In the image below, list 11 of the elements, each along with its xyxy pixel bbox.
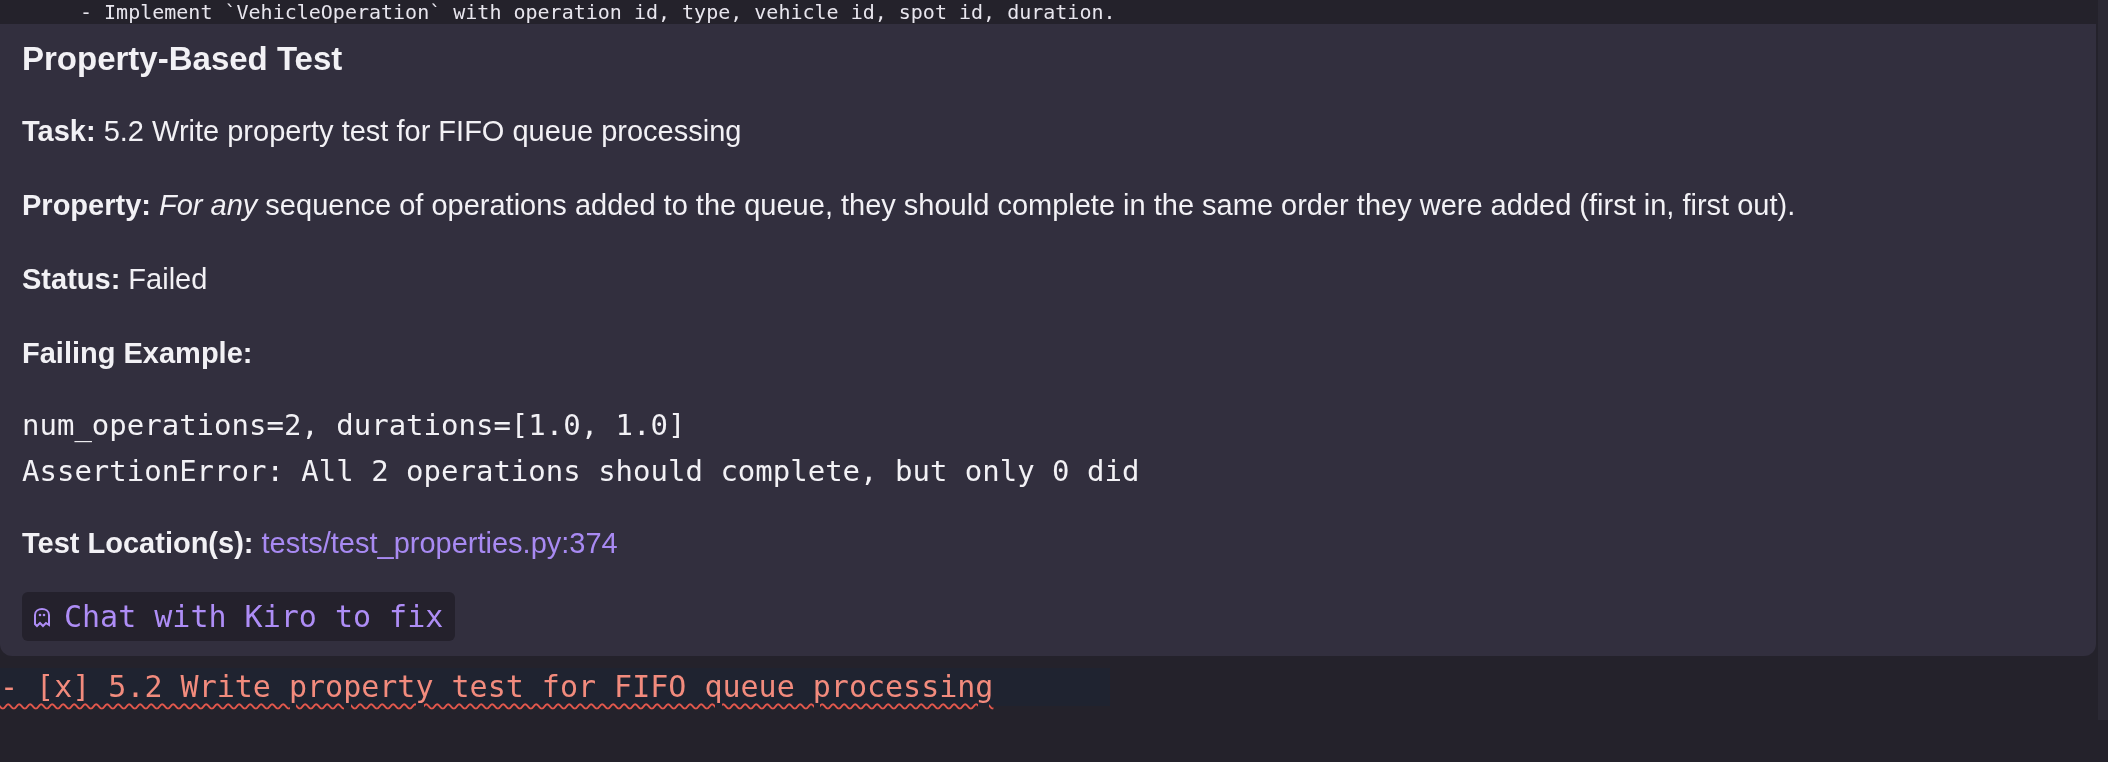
panel-title: Property-Based Test	[22, 39, 344, 79]
field-text: Property: For any sequence of operations added to the queue, they should complete in the same order they were added (first in, first out).	[22, 187, 1797, 223]
code-text: num_operations=2, durations=[1.0, 1.0]	[22, 406, 687, 444]
chat-button[interactable]: Chat with Kiro to fix	[22, 591, 456, 641]
field-label: Test Location(s):	[22, 525, 254, 561]
field-text: Status: Failed	[22, 261, 209, 297]
field-text: Task: 5.2 Write property test for FIFO queue processing	[22, 113, 743, 149]
code-text: AssertionError: All 2 operations should complete, but only 0 did	[22, 452, 1141, 490]
file-link[interactable]: tests/test_properties.py:374	[261, 517, 618, 568]
section-heading: Failing Example:	[22, 335, 254, 371]
code-line: - Implement `VehicleOperation` with operation id, type, vehicle id, spot id, duration.	[79, 0, 1117, 24]
